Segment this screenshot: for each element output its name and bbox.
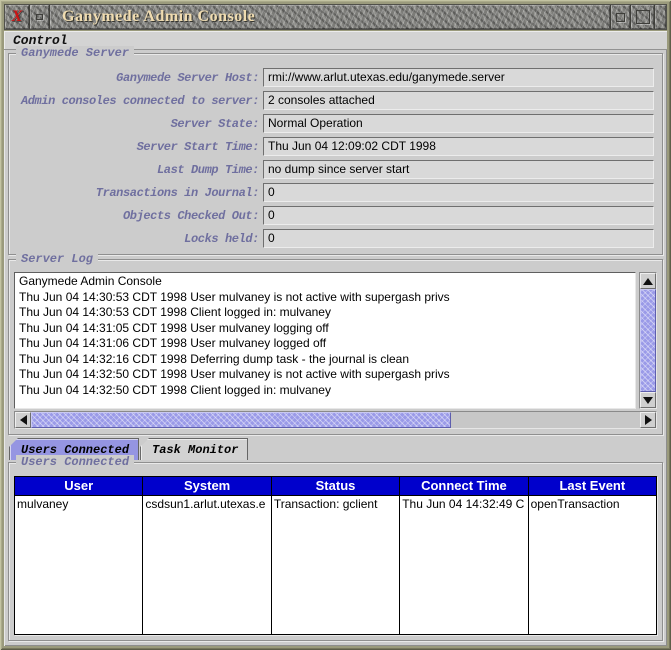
column-body: Transaction: gclient <box>272 496 399 634</box>
field-row: Objects Checked Out:0 <box>9 205 662 226</box>
column-header[interactable]: Connect Time <box>400 477 527 496</box>
column-header[interactable]: User <box>15 477 142 496</box>
field-value[interactable]: Thu Jun 04 12:09:02 CDT 1998 <box>263 137 654 156</box>
scroll-left-button[interactable] <box>15 412 31 428</box>
table-column: Connect TimeThu Jun 04 14:32:49 C <box>400 477 528 634</box>
field-label: Admin consoles connected to server: <box>9 94 263 108</box>
log-line: Thu Jun 04 14:31:05 CDT 1998 User mulvan… <box>19 321 631 337</box>
users-groupbox-title: Users Connected <box>16 455 134 469</box>
field-label: Objects Checked Out: <box>9 209 263 223</box>
table-column: Systemcsdsun1.arlut.utexas.e <box>143 477 271 634</box>
log-line: Thu Jun 04 14:30:53 CDT 1998 User mulvan… <box>19 290 631 306</box>
field-label: Transactions in Journal: <box>9 186 263 200</box>
log-line: Thu Jun 04 14:32:50 CDT 1998 Client logg… <box>19 383 631 399</box>
app-panel: Control Ganymede Server Ganymede Server … <box>4 31 667 646</box>
titlebar-right-cap <box>655 5 666 29</box>
table-column: Last EventopenTransaction <box>529 477 656 634</box>
field-row: Transactions in Journal:0 <box>9 182 662 203</box>
title-bar[interactable]: X Ganymede Admin Console <box>4 4 667 30</box>
column-header[interactable]: Last Event <box>529 477 656 496</box>
ganymede-admin-console-window: { "window": { "title": "Ganymede Admin C… <box>0 0 671 650</box>
scroll-up-button[interactable] <box>640 273 656 289</box>
users-groupbox: Users Connected UsermulvaneySystemcsdsun… <box>8 462 663 641</box>
column-body: csdsun1.arlut.utexas.e <box>143 496 270 634</box>
scroll-right-icon <box>645 415 652 425</box>
server-fields: Ganymede Server Host:rmi://www.arlut.ute… <box>9 54 662 249</box>
log-lines: Ganymede Admin ConsoleThu Jun 04 14:30:5… <box>19 274 631 398</box>
field-label: Server State: <box>9 117 263 131</box>
horizontal-scroll-thumb[interactable] <box>31 412 451 428</box>
log-line: Thu Jun 04 14:31:06 CDT 1998 User mulvan… <box>19 336 631 352</box>
table-cell[interactable]: mulvaney <box>15 496 142 513</box>
table-column: StatusTransaction: gclient <box>272 477 400 634</box>
server-groupbox: Ganymede Server Ganymede Server Host:rmi… <box>8 53 663 255</box>
server-log-textarea[interactable]: Ganymede Admin ConsoleThu Jun 04 14:30:5… <box>14 272 636 409</box>
horizontal-scroll-track[interactable] <box>451 412 640 428</box>
column-body: openTransaction <box>529 496 656 634</box>
scroll-left-icon <box>20 415 27 425</box>
server-groupbox-title: Ganymede Server <box>16 46 134 60</box>
maximize-icon <box>636 10 650 24</box>
field-row: Admin consoles connected to server:2 con… <box>9 90 662 111</box>
field-value[interactable]: 0 <box>263 206 654 225</box>
close-icon: X <box>12 9 23 25</box>
table-cell[interactable]: csdsun1.arlut.utexas.e <box>143 496 270 513</box>
iconify-button[interactable] <box>30 5 50 29</box>
log-vertical-scrollbar[interactable] <box>639 272 657 409</box>
log-line: Thu Jun 04 14:32:50 CDT 1998 User mulvan… <box>19 367 631 383</box>
table-cell[interactable]: openTransaction <box>529 496 656 513</box>
iconify-icon <box>36 14 43 20</box>
field-value[interactable]: 2 consoles attached <box>263 91 654 110</box>
column-header[interactable]: Status <box>272 477 399 496</box>
field-row: Locks held:0 <box>9 228 662 249</box>
scroll-down-icon <box>643 397 653 404</box>
field-value[interactable]: Normal Operation <box>263 114 654 133</box>
window-title: Ganymede Admin Console <box>62 8 255 26</box>
table-cell[interactable]: Thu Jun 04 14:32:49 C <box>400 496 527 513</box>
field-row: Server State:Normal Operation <box>9 113 662 134</box>
column-header[interactable]: System <box>143 477 270 496</box>
field-value[interactable]: rmi://www.arlut.utexas.edu/ganymede.serv… <box>263 68 654 87</box>
column-body: mulvaney <box>15 496 142 634</box>
field-row: Server Start Time:Thu Jun 04 12:09:02 CD… <box>9 136 662 157</box>
tab-task-monitor[interactable]: Task Monitor <box>140 438 248 460</box>
scroll-right-button[interactable] <box>640 412 656 428</box>
log-groupbox: Server Log Ganymede Admin ConsoleThu Jun… <box>8 259 663 435</box>
close-button[interactable]: X <box>5 5 30 29</box>
field-row: Last Dump Time:no dump since server star… <box>9 159 662 180</box>
maximize-button[interactable] <box>631 5 655 29</box>
field-row: Ganymede Server Host:rmi://www.arlut.ute… <box>9 67 662 88</box>
restore-button[interactable] <box>611 5 631 29</box>
field-label: Server Start Time: <box>9 140 263 154</box>
field-value[interactable]: 0 <box>263 183 654 202</box>
scroll-up-icon <box>643 278 653 285</box>
log-line: Thu Jun 04 14:30:53 CDT 1998 Client logg… <box>19 305 631 321</box>
field-value[interactable]: no dump since server start <box>263 160 654 179</box>
vertical-scroll-thumb[interactable] <box>640 289 656 392</box>
title-drag-area[interactable]: Ganymede Admin Console <box>50 5 611 29</box>
users-table: UsermulvaneySystemcsdsun1.arlut.utexas.e… <box>14 476 657 635</box>
restore-icon <box>616 13 625 22</box>
field-label: Last Dump Time: <box>9 163 263 177</box>
field-value[interactable]: 0 <box>263 229 654 248</box>
log-line: Ganymede Admin Console <box>19 274 631 290</box>
table-cell[interactable]: Transaction: gclient <box>272 496 399 513</box>
field-label: Ganymede Server Host: <box>9 71 263 85</box>
table-column: Usermulvaney <box>15 477 143 634</box>
log-horizontal-scrollbar[interactable] <box>14 411 657 429</box>
log-groupbox-title: Server Log <box>16 252 98 266</box>
content-area: Ganymede Server Ganymede Server Host:rmi… <box>7 50 664 643</box>
log-line: Thu Jun 04 14:32:16 CDT 1998 Deferring d… <box>19 352 631 368</box>
field-label: Locks held: <box>9 232 263 246</box>
column-body: Thu Jun 04 14:32:49 C <box>400 496 527 634</box>
scroll-down-button[interactable] <box>640 392 656 408</box>
